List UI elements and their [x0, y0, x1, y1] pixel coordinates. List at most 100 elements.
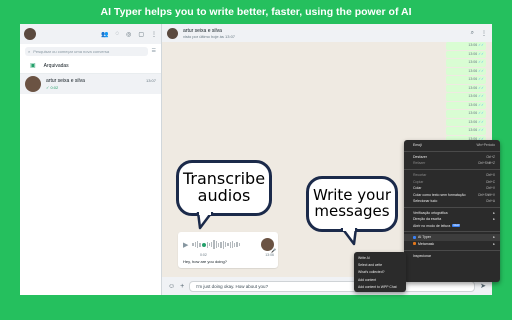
sent-message-bubble[interactable]: 13:06 ✓✓: [446, 42, 486, 50]
sent-message-bubble[interactable]: 13:06 ✓✓: [446, 50, 486, 58]
audio-waveform[interactable]: [192, 240, 257, 250]
waveform-bar: [213, 240, 215, 249]
filter-icon[interactable]: ☰: [152, 48, 156, 54]
submenu-arrow-icon: ▸: [493, 217, 495, 222]
playhead-dot: [201, 242, 206, 247]
user-avatar[interactable]: [24, 28, 36, 40]
submenu-arrow-icon: ▸: [493, 210, 495, 215]
context-menu-item[interactable]: Selecionar tudo Ctrl+A: [404, 198, 500, 204]
sent-message-bubble[interactable]: 13:06 ✓✓: [446, 59, 486, 67]
sent-message-bubble[interactable]: 13:06 ✓✓: [446, 110, 486, 118]
read-check-icon: ✓✓: [477, 111, 484, 115]
menu-separator: [404, 249, 500, 251]
sent-message-bubble[interactable]: 13:06 ✓✓: [446, 93, 486, 101]
menu-separator: [404, 206, 500, 208]
context-menu-item[interactable]: Metamask ▸: [404, 241, 500, 247]
message-time: 13:06: [468, 77, 478, 81]
chat-list-item[interactable]: artur seixa e silva ✓ 0:02 13:07: [20, 74, 161, 94]
archive-icon: ▣: [30, 63, 36, 69]
message-time: 13:06: [468, 51, 478, 56]
extension-icon: [413, 242, 416, 246]
sent-message-bubble[interactable]: 13:06 ✓✓: [446, 101, 486, 109]
sent-message-bubble[interactable]: 13:06 ✓✓: [446, 67, 486, 75]
sent-message-bubble[interactable]: 13:06 ✓✓: [446, 76, 486, 84]
menu-item-shortcut: Win+Período: [476, 143, 495, 148]
submenu-item[interactable]: Write AI: [354, 254, 406, 261]
waveform-bar: [206, 241, 208, 248]
menu-item-label: Desfazer: [413, 155, 428, 160]
new-badge: NEW: [452, 224, 461, 228]
search-placeholder: Pesquisar ou começar uma nova conversa: [33, 48, 110, 54]
submenu-item[interactable]: Select and write: [354, 261, 406, 268]
menu-item-label: Metamask: [418, 241, 435, 246]
audio-message[interactable]: ▶ 🎤 0:02 13:06 Hey, how are you doing?: [178, 232, 278, 268]
waveform-bar: [220, 241, 222, 248]
context-menu-item[interactable]: Inspecionar: [404, 253, 500, 259]
menu-item-label: Copiar: [413, 179, 424, 184]
waveform-bar: [199, 242, 201, 247]
waveform-bar: [236, 242, 238, 247]
waveform-bar: [238, 243, 241, 246]
emoji-icon[interactable]: ☺: [168, 283, 175, 290]
menu-item-shortcut: Ctrl+V: [486, 186, 495, 191]
archived-label: Arquivadas: [43, 62, 69, 69]
menu-item-label: Direção da escrita: [413, 217, 442, 222]
read-check-icon: ✓✓: [477, 77, 484, 81]
menu-item-shortcut: Ctrl+X: [486, 173, 495, 178]
menu-item-label: Emoji: [413, 143, 422, 148]
communities-icon[interactable]: 👥: [101, 31, 108, 38]
menu-item-shortcut: Ctrl+C: [485, 179, 495, 184]
menu-icon[interactable]: ⋮: [481, 30, 487, 37]
search-icon[interactable]: ⌕: [471, 30, 474, 37]
message-time: 13:06: [468, 60, 478, 64]
chat-last-message: ✓ 0:02: [46, 85, 59, 90]
waveform-bar: [224, 242, 227, 247]
context-menu-item[interactable]: Emoji Win+Período: [404, 142, 500, 148]
ai-typer-submenu: Write AI Select and write What's collected…: [354, 252, 406, 292]
menu-item-label: Colar como texto sem formatação: [413, 192, 466, 197]
context-menu-item[interactable]: Refazer Ctrl+Shift+Z: [404, 160, 500, 166]
read-check-icon: ✓✓: [477, 128, 484, 132]
menu-item-label: Inspecionar: [413, 253, 432, 258]
waveform-bar: [194, 242, 196, 247]
read-check-icon: ✓✓: [477, 68, 484, 73]
submenu-item[interactable]: Add content to WPP Chat: [354, 283, 406, 290]
message-time: 13:06: [468, 68, 478, 73]
new-chat-icon[interactable]: ▢: [138, 31, 144, 38]
contact-status: visto por último hoje às 13:07: [183, 33, 236, 39]
waveform-bar: [192, 243, 194, 246]
message-time: 13:06: [468, 43, 478, 47]
sent-message-bubble[interactable]: 13:06 ✓✓: [446, 127, 486, 135]
write-callout-tail: [340, 228, 358, 246]
archived-row[interactable]: ▣ Arquivadas: [20, 58, 161, 74]
menu-item-label: Selecionar tudo: [413, 198, 438, 203]
play-icon[interactable]: ▶: [183, 241, 188, 249]
waveform-bar: [229, 241, 231, 248]
sent-message-bubble[interactable]: 13:06 ✓✓: [446, 84, 486, 92]
menu-item-label: Colar: [413, 186, 422, 191]
channels-icon[interactable]: ◎: [126, 31, 131, 38]
conversation-header[interactable]: artur seixa e silva visto por último hoj…: [162, 24, 492, 42]
submenu-item[interactable]: What's collected?: [354, 269, 406, 276]
submenu-item[interactable]: Add content: [354, 276, 406, 283]
sent-message-bubble[interactable]: 13:06 ✓✓: [446, 118, 486, 126]
waveform-bar: [231, 241, 234, 248]
submenu-arrow-icon: ▸: [493, 241, 495, 246]
callout-line: audios: [197, 186, 251, 205]
attach-icon[interactable]: +: [180, 283, 184, 290]
search-input[interactable]: ⌕ Pesquisar ou começar uma nova conversa: [25, 46, 148, 56]
waveform-bar: [215, 241, 218, 248]
waveform-bar: [234, 242, 236, 247]
menu-icon[interactable]: ⋮: [151, 31, 157, 38]
audio-transcription: Hey, how are you doing?: [183, 259, 227, 264]
context-menu-item[interactable]: Abrir no modo de leitura NEW: [404, 222, 500, 228]
promo-banner: AI Typer helps you to write better, fast…: [100, 6, 412, 18]
message-time: 13:06: [468, 111, 478, 115]
message-input[interactable]: I'm just doing okay. How about you?: [189, 280, 476, 292]
menu-separator: [404, 150, 500, 152]
status-icon[interactable]: ◌: [116, 31, 120, 38]
contact-avatar[interactable]: [167, 27, 178, 39]
read-check-icon: ✓✓: [477, 51, 484, 56]
send-icon[interactable]: ➤: [480, 282, 486, 290]
menu-item-shortcut: Ctrl+A: [486, 198, 495, 203]
